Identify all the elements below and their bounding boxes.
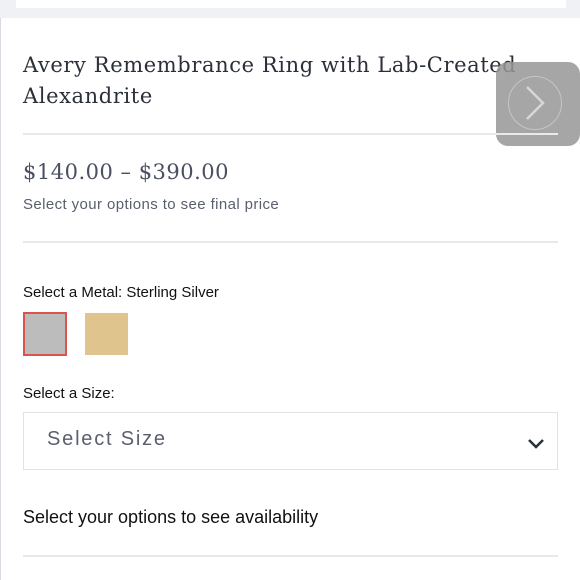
divider-availability (23, 555, 558, 557)
size-select-value: Select Size (47, 428, 167, 450)
metal-label: Select a Metal: Sterling Silver (23, 284, 219, 301)
chevron-down-icon (528, 439, 544, 449)
size-label: Select a Size: (23, 385, 115, 402)
page-left-border (0, 0, 1, 580)
chevron-right-icon (526, 86, 545, 120)
product-title: Avery Remembrance Ring with Lab-Created … (23, 53, 517, 108)
divider-price (23, 241, 558, 243)
availability-note: Select your options to see availability (23, 507, 319, 527)
price-range: $140.00 – $390.00 (23, 160, 230, 184)
metal-swatch-gold[interactable] (85, 313, 128, 355)
price-note: Select your options to see final price (23, 196, 280, 213)
top-strip-card (16, 0, 566, 8)
divider-title (23, 133, 558, 135)
metal-swatch-sterling-silver[interactable] (23, 312, 67, 356)
size-select[interactable]: Select Size (23, 412, 558, 470)
top-strip (0, 0, 580, 18)
